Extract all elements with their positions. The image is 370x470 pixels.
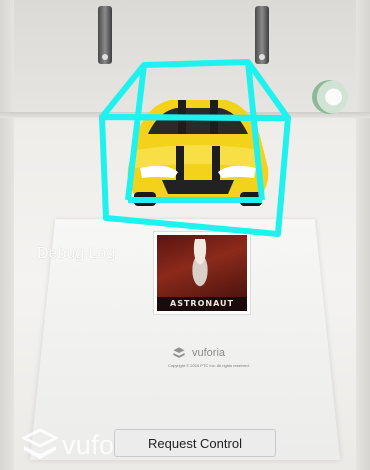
vuforia-logo-icon — [173, 347, 185, 358]
debug-log-label[interactable]: Debug Log — [37, 245, 115, 263]
mounting-rod-right — [255, 6, 269, 64]
printed-logo-text: vuforia — [192, 347, 226, 359]
ar-camera-view: ASTRONAUT vuforia Copyright © 2015 PTC I… — [0, 0, 370, 470]
tape-roll — [312, 80, 348, 114]
vuforia-watermark-icon — [22, 428, 58, 459]
screw — [259, 54, 265, 60]
left-wall — [0, 0, 14, 470]
right-wall — [356, 0, 370, 470]
printed-copyright: Copyright © 2015 PTC Inc. All rights res… — [168, 363, 250, 368]
image-target-card: ASTRONAUT — [154, 232, 250, 314]
printed-vuforia-logo: vuforia — [172, 346, 225, 360]
screw — [102, 54, 108, 60]
yellow-car-model — [127, 100, 269, 206]
target-card-label: ASTRONAUT — [157, 297, 247, 311]
request-control-button[interactable]: Request Control — [114, 429, 276, 457]
mounting-rod-left — [98, 6, 112, 64]
astronaut-figure — [185, 239, 215, 287]
